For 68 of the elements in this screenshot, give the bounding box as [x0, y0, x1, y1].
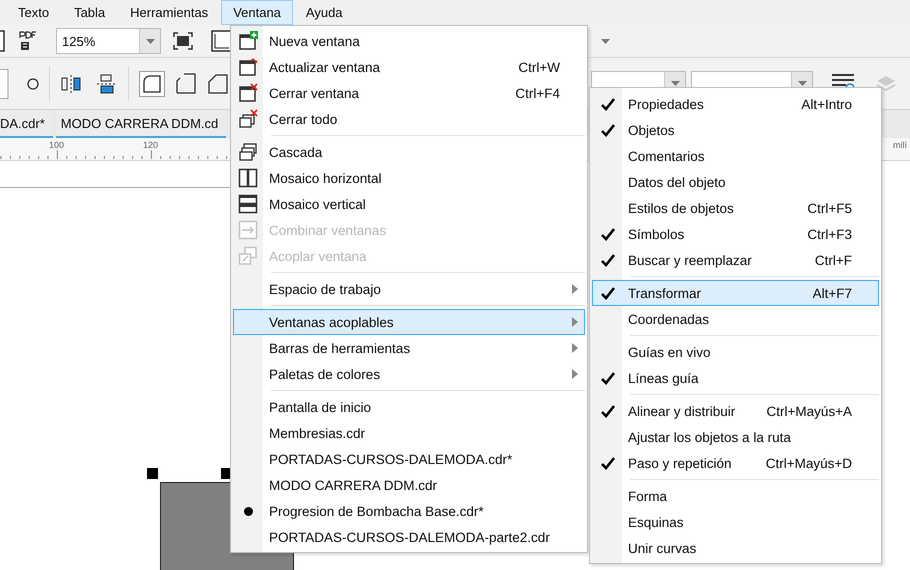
menu-item[interactable]: Actualizar ventana Ctrl+W: [233, 54, 585, 80]
menu-item[interactable]: Objetos: [592, 117, 879, 143]
menu-item[interactable]: Ajustar los objetos a la ruta: [592, 424, 879, 450]
menu-item[interactable]: Transformar Alt+F7: [592, 280, 879, 306]
ruler-icon[interactable]: [211, 30, 231, 52]
caret-icon: [146, 38, 154, 44]
menu-item[interactable]: PORTADAS-CURSOS-DALEMODA-parte2.cdr: [233, 524, 585, 550]
input-field[interactable]: [0, 68, 9, 98]
submenu-arrow-icon: [572, 284, 578, 294]
ruler-label: 120: [143, 140, 158, 150]
menu-item[interactable]: Datos del objeto: [592, 169, 879, 195]
tile-horizontal-icon: [238, 168, 258, 188]
menu-item[interactable]: PORTADAS-CURSOS-DALEMODA.cdr*: [233, 446, 585, 472]
menu-item[interactable]: Estilos de objetos Ctrl+F5: [592, 195, 879, 221]
chamfer-corner-icon[interactable]: [207, 72, 229, 94]
menu-item[interactable]: Guías en vivo: [592, 339, 879, 365]
menu-bar-item[interactable]: Tabla: [62, 0, 118, 25]
menu-item[interactable]: Cerrar ventana Ctrl+F4: [233, 80, 585, 106]
mirror-horizontal-icon[interactable]: [60, 72, 82, 94]
menu-item[interactable]: Cerrar todo: [233, 106, 585, 132]
menu-item[interactable]: Mosaico vertical: [233, 191, 585, 217]
menu-item[interactable]: Comentarios: [592, 143, 879, 169]
menu-item[interactable]: Paso y repetición Ctrl+Mayús+D: [592, 450, 879, 476]
menu-item[interactable]: Buscar y reemplazar Ctrl+F: [592, 247, 879, 273]
cascade-icon: [238, 142, 258, 162]
menu-bar-item[interactable]: Ayuda: [294, 0, 355, 25]
menu-item[interactable]: Espacio de trabajo: [233, 276, 585, 302]
ruler-unit: milí: [893, 140, 907, 150]
menu-item[interactable]: Forma: [592, 483, 879, 509]
close-all-icon: [238, 109, 258, 129]
submenu-arrow-icon: [572, 343, 578, 353]
menu-item[interactable]: Progresion de Bombacha Base.cdr*: [233, 498, 585, 524]
selection-handle[interactable]: [147, 468, 158, 479]
menu-item[interactable]: Líneas guía: [592, 365, 879, 391]
menu-bar-item[interactable]: Texto: [6, 0, 62, 25]
menu-item[interactable]: Mosaico horizontal: [233, 165, 585, 191]
menu-item[interactable]: Coordenadas: [592, 306, 879, 332]
round-corner-icon[interactable]: [139, 70, 165, 96]
menu-item[interactable]: MODO CARRERA DDM.cdr: [233, 472, 585, 498]
zoom-combo[interactable]: 125%: [56, 28, 161, 54]
menu-bar-item[interactable]: Ventana: [221, 0, 293, 25]
menu-item[interactable]: Barras de herramientas: [233, 335, 585, 361]
new-window-icon: [238, 31, 258, 51]
menu-item[interactable]: Ventanas acoplables: [233, 309, 585, 335]
refresh-window-icon: [238, 57, 258, 77]
menu-item[interactable]: Nueva ventana: [233, 28, 585, 54]
submenu-arrow-icon: [572, 317, 578, 327]
combine-windows-icon: [238, 220, 258, 240]
dock-window-icon: [238, 246, 258, 266]
close-window-icon: [238, 83, 258, 103]
tile-vertical-icon: [238, 194, 258, 214]
mirror-vertical-icon[interactable]: [96, 72, 118, 94]
menu-bar-item[interactable]: Herramientas: [118, 0, 220, 25]
full-screen-icon[interactable]: [173, 32, 193, 50]
submenu-arrow-icon: [572, 369, 578, 379]
dropdown-caret-icon: [601, 38, 610, 44]
menu-item[interactable]: Símbolos Ctrl+F3: [592, 221, 879, 247]
menu-item[interactable]: Cascada: [233, 139, 585, 165]
ruler-label: 100: [49, 140, 64, 150]
menu-item[interactable]: Esquinas: [592, 509, 879, 535]
menu-item[interactable]: Propiedades Alt+Intro: [592, 91, 879, 117]
menu-item[interactable]: Pantalla de inicio: [233, 394, 585, 420]
menu-item[interactable]: Alinear y distribuir Ctrl+Mayús+A: [592, 398, 879, 424]
scalloped-corner-icon[interactable]: [175, 72, 197, 94]
circle-icon[interactable]: [27, 78, 39, 90]
menu-item[interactable]: Membresias.cdr: [233, 420, 585, 446]
menu-item[interactable]: Unir curvas: [592, 535, 879, 561]
menu-item[interactable]: Paletas de colores: [233, 361, 585, 387]
